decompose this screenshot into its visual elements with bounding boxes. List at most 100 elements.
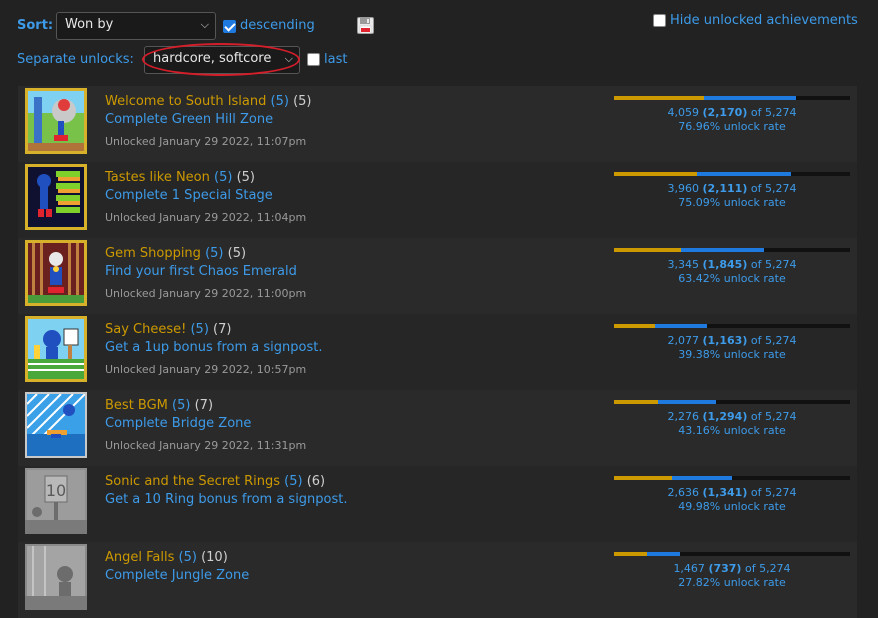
unlock-progress-bar <box>614 552 850 556</box>
unlock-of: of 5,274 <box>750 182 797 195</box>
achievement-row: Best BGM (5) (7) Complete Bridge Zone Un… <box>18 390 857 466</box>
achievement-retropoints: (5) <box>293 94 312 109</box>
unlock-total: 2,276 <box>667 410 700 423</box>
achievement-description: Complete Bridge Zone <box>105 416 252 431</box>
hardcore-bar-fill <box>614 324 655 328</box>
badge-icon: 10 <box>25 468 87 534</box>
achievement-title-line: Best BGM (5) (7) <box>105 398 213 413</box>
achievement-row: 10 Sonic and the Secret Rings (5) (6) Ge… <box>18 466 857 542</box>
unlock-count: 3,345 (1,845) of 5,274 <box>614 258 850 271</box>
hide-unlocked-checkbox[interactable] <box>653 14 666 27</box>
achievement-list: Welcome to South Island (5) (5) Complete… <box>18 86 857 618</box>
achievement-badge[interactable] <box>25 164 87 230</box>
unlock-count: 2,636 (1,341) of 5,274 <box>614 486 850 499</box>
achievement-title-line: Tastes like Neon (5) (5) <box>105 170 255 185</box>
achievement-badge[interactable] <box>25 392 87 458</box>
unlock-of: of 5,274 <box>750 106 797 119</box>
unlock-progress-bar <box>614 400 850 404</box>
unlock-total: 1,467 <box>673 562 705 575</box>
unlock-of: of 5,274 <box>750 486 797 499</box>
badge-icon <box>28 243 84 303</box>
separate-unlocks-select[interactable]: hardcore, softcore ⌵ <box>144 46 300 74</box>
descending-label[interactable]: descending <box>240 18 315 33</box>
achievement-points: (5) <box>190 322 209 337</box>
sort-label: Sort: <box>17 18 54 33</box>
unlock-hardcore: (2,111) <box>702 182 748 195</box>
achievement-title[interactable]: Say Cheese! <box>105 322 186 337</box>
unlock-rate: 43.16% unlock rate <box>678 424 786 437</box>
achievement-title[interactable]: Welcome to South Island <box>105 94 266 109</box>
hardcore-bar-fill <box>614 248 681 252</box>
unlock-progress-bar <box>614 248 850 252</box>
achievement-description: Find your first Chaos Emerald <box>105 264 297 279</box>
achievement-title[interactable]: Angel Falls <box>105 550 174 565</box>
hide-unlocked-label[interactable]: Hide unlocked achievements <box>670 13 858 28</box>
achievement-retropoints: (5) <box>227 246 247 261</box>
badge-icon <box>28 167 84 227</box>
achievement-retropoints: (7) <box>213 322 232 337</box>
achievement-description: Complete 1 Special Stage <box>105 188 273 203</box>
separate-unlocks-value: hardcore, softcore <box>153 51 272 66</box>
achievement-row: Tastes like Neon (5) (5) Complete 1 Spec… <box>18 162 857 238</box>
last-checkbox[interactable] <box>307 53 320 66</box>
unlock-count: 1,467 (737) of 5,274 <box>614 562 850 575</box>
achievement-badge[interactable] <box>25 544 87 610</box>
achievement-retropoints: (6) <box>306 474 326 489</box>
achievement-title[interactable]: Sonic and the Secret Rings <box>105 474 280 489</box>
achievement-title[interactable]: Tastes like Neon <box>105 170 210 185</box>
separate-unlocks-label: Separate unlocks: <box>17 52 134 67</box>
unlock-rate: 27.82% unlock rate <box>678 576 786 589</box>
descending-checkbox[interactable] <box>223 20 236 33</box>
svg-text:10: 10 <box>46 481 66 500</box>
badge-icon <box>27 394 85 456</box>
achievement-badge[interactable] <box>25 240 87 306</box>
separate-controls: Separate unlocks: hardcore, softcore ⌵ l… <box>17 43 417 76</box>
unlock-rate: 76.96% unlock rate <box>678 120 786 133</box>
unlock-hardcore: (1,294) <box>702 410 748 423</box>
softcore-bar-fill <box>647 552 680 556</box>
unlock-progress-bar <box>614 96 850 100</box>
achievement-title[interactable]: Gem Shopping <box>105 246 201 261</box>
hardcore-bar-fill <box>614 476 672 480</box>
unlock-hardcore: (2,170) <box>702 106 748 119</box>
achievement-badge[interactable]: 10 <box>25 468 87 534</box>
last-label[interactable]: last <box>324 52 347 67</box>
sort-select[interactable]: Won by ⌵ <box>56 12 216 40</box>
sort-controls: Sort: Won by ⌵ descending Hide unlocked … <box>17 12 862 40</box>
unlock-rate: 49.98% unlock rate <box>678 500 786 513</box>
achievement-title-line: Say Cheese! (5) (7) <box>105 322 231 337</box>
achievement-description: Get a 10 Ring bonus from a signpost. <box>105 492 348 507</box>
unlock-progress-bar <box>614 172 850 176</box>
softcore-bar-fill <box>655 324 707 328</box>
hardcore-bar-fill <box>614 96 704 100</box>
unlock-count: 2,077 (1,163) of 5,274 <box>614 334 850 347</box>
achievement-title-line: Angel Falls (5) (10) <box>105 550 228 565</box>
achievement-badge[interactable] <box>25 88 87 154</box>
unlock-date: Unlocked January 29 2022, 10:57pm <box>105 363 307 376</box>
achievement-points: (5) <box>270 94 289 109</box>
achievement-row: Say Cheese! (5) (7) Get a 1up bonus from… <box>18 314 857 390</box>
achievement-retropoints: (5) <box>236 170 255 185</box>
unlock-rate: 75.09% unlock rate <box>678 196 786 209</box>
floppy-disk-icon[interactable] <box>357 17 374 34</box>
softcore-bar-fill <box>697 172 791 176</box>
unlock-of: of 5,274 <box>750 410 797 423</box>
achievement-description: Get a 1up bonus from a signpost. <box>105 340 323 355</box>
unlock-total: 2,077 <box>667 334 700 347</box>
unlock-count: 4,059 (2,170) of 5,274 <box>614 106 850 119</box>
unlock-hardcore: (1,163) <box>702 334 748 347</box>
achievement-badge[interactable] <box>25 316 87 382</box>
softcore-bar-fill <box>704 96 796 100</box>
unlock-of: of 5,274 <box>750 258 797 271</box>
hardcore-bar-fill <box>614 400 658 404</box>
unlock-date: Unlocked January 29 2022, 11:07pm <box>105 135 307 148</box>
achievement-points: (5) <box>214 170 233 185</box>
sort-select-value: Won by <box>65 17 114 32</box>
achievement-title-line: Sonic and the Secret Rings (5) (6) <box>105 474 325 489</box>
chevron-down-icon: ⌵ <box>200 18 209 31</box>
unlock-rate: 39.38% unlock rate <box>678 348 786 361</box>
achievement-title[interactable]: Best BGM <box>105 398 168 413</box>
unlock-rate: 63.42% unlock rate <box>678 272 786 285</box>
achievement-points: (5) <box>284 474 303 489</box>
achievement-row: Welcome to South Island (5) (5) Complete… <box>18 86 857 162</box>
